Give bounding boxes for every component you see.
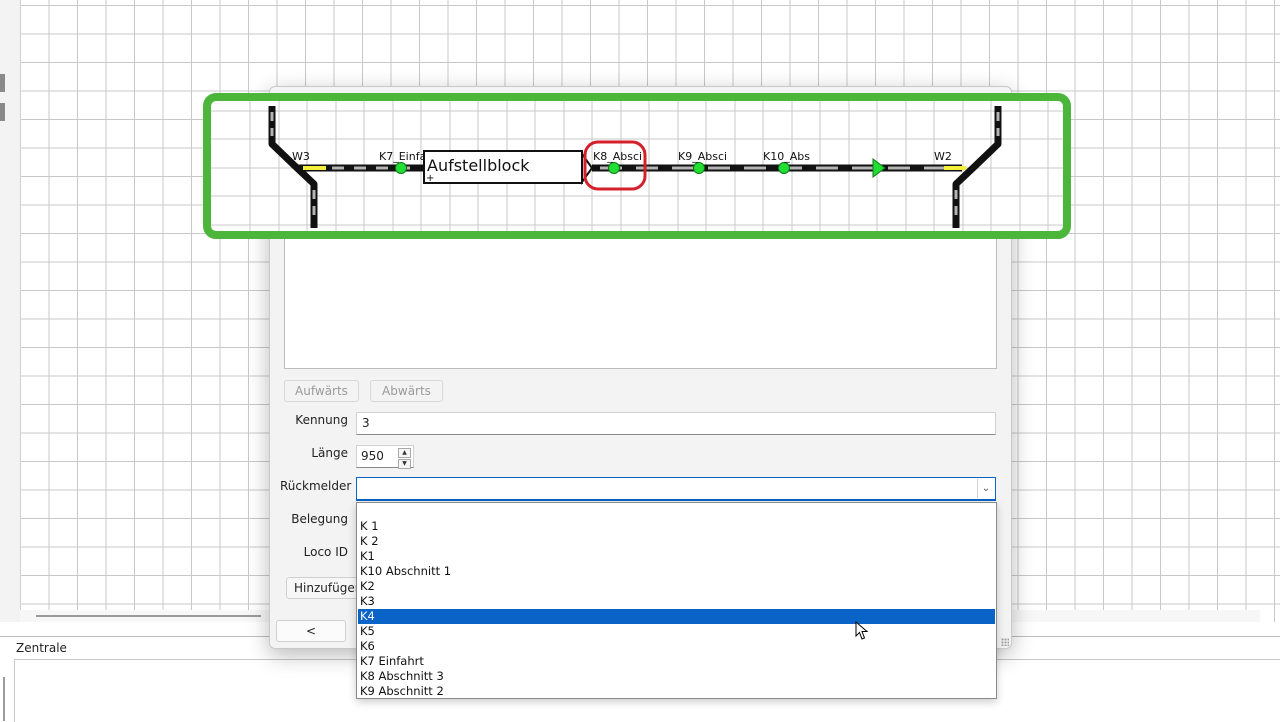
loco-id-label: Loco ID [303, 545, 348, 559]
rueckmelder-option[interactable]: K1 [358, 549, 995, 564]
scrollbar-thumb[interactable] [36, 615, 261, 617]
block-plus-marker: + [426, 173, 434, 184]
toolbar-marker [0, 103, 5, 121]
section-label-k9: K9_Absci [678, 150, 727, 163]
rueckmelder-option[interactable]: K8 Abschnitt 3 [358, 669, 995, 684]
section-label-k10: K10_Abs [763, 150, 810, 163]
kennung-label: Kennung [295, 413, 348, 427]
rueckmelder-option[interactable]: K 2 [358, 534, 995, 549]
rueckmelder-option[interactable]: K5 [358, 624, 995, 639]
spin-up-icon[interactable]: ▲ [398, 448, 411, 458]
rueckmelder-option[interactable]: K6 [358, 639, 995, 654]
laenge-spin-buttons[interactable]: ▲ ▼ [398, 448, 411, 469]
section-k8-occupancy-indicator [608, 162, 620, 174]
rueckmelder-option[interactable]: K9 Abschnitt 2 [358, 684, 995, 699]
rueckmelder-dropdown-list[interactable]: K 1K 2 K1 K10 Abschnitt 1 K2 K3 K4 K5 K6 K7 Einf… [356, 502, 997, 699]
move-down-button[interactable]: Abwärts [370, 380, 443, 402]
panel-title: Zentrale [16, 641, 67, 655]
turnout-label-w3: W3 [292, 150, 310, 163]
back-button[interactable]: < [276, 620, 346, 642]
rueckmelder-label: Rückmelder [280, 479, 352, 493]
spin-down-icon[interactable]: ▼ [398, 459, 411, 469]
section-k10-occupancy-indicator [778, 162, 790, 174]
track-layout-panel: W3 K7_Einfa Aufstellblock + K8_Absci K9_… [203, 93, 1071, 239]
kennung-field[interactable]: 3 [356, 412, 996, 435]
belegung-label: Belegung [291, 512, 348, 526]
laenge-label: Länge [311, 446, 348, 460]
toolbar-marker [0, 74, 5, 92]
rueckmelder-option[interactable]: K7 Einfahrt [358, 654, 995, 669]
chevron-down-icon[interactable]: ⌄ [977, 479, 994, 498]
section-k7-occupancy-indicator [395, 162, 407, 174]
rueckmelder-option[interactable]: K 1 [358, 519, 995, 534]
mouse-cursor-icon [855, 621, 869, 640]
left-toolbar-strip [0, 0, 21, 622]
section-k9-occupancy-indicator [693, 162, 705, 174]
panel-divider [3, 677, 5, 721]
block-label: Aufstellblock [427, 156, 530, 175]
rueckmelder-option[interactable]: K10 Abschnitt 1 [358, 564, 995, 579]
rueckmelder-option[interactable]: K2 [358, 579, 995, 594]
section-label-k8: K8_Absci [593, 150, 642, 163]
resize-grip-icon[interactable] [1001, 638, 1009, 646]
rueckmelder-option[interactable]: K3 [358, 594, 995, 609]
section-label-k7: K7_Einfa [379, 150, 426, 163]
rueckmelder-option[interactable] [358, 504, 995, 519]
rueckmelder-select[interactable]: ⌄ [356, 477, 996, 501]
rueckmelder-option[interactable]: K4 [358, 609, 995, 624]
move-up-button[interactable]: Aufwärts [284, 380, 359, 402]
turnout-label-w2: W2 [934, 150, 952, 163]
